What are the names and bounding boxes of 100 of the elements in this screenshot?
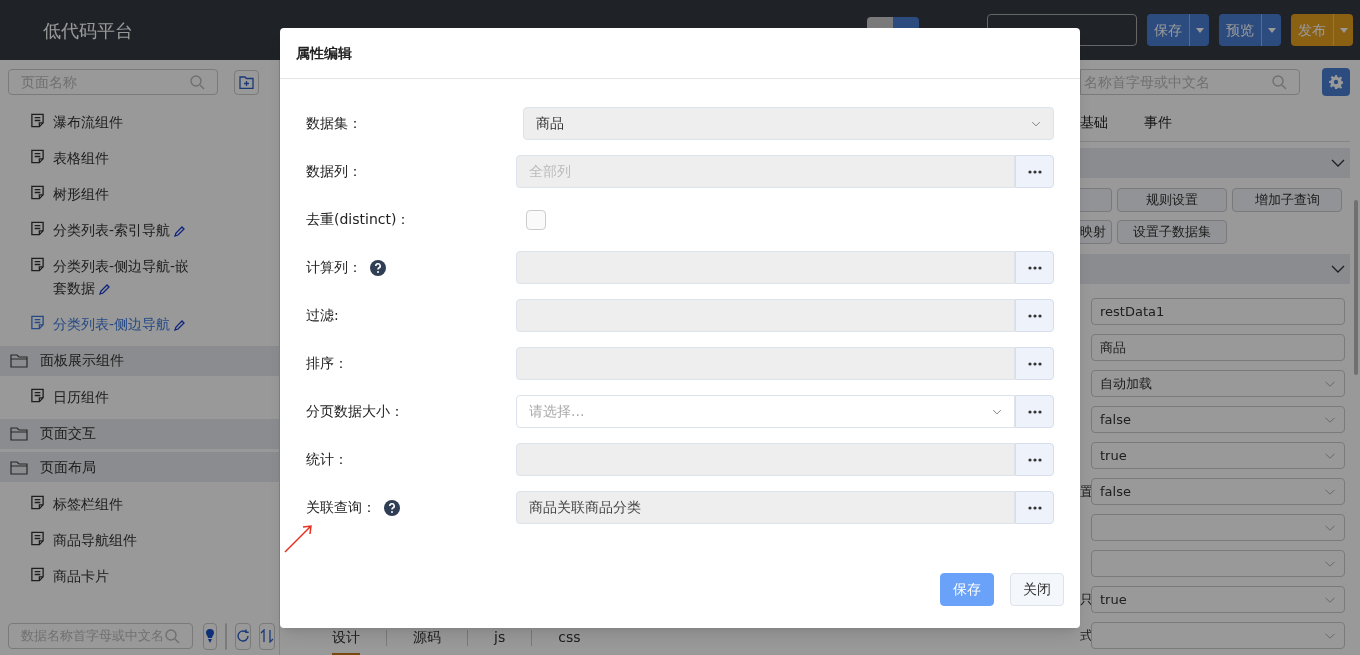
sort-icon <box>260 629 274 643</box>
close-button[interactable]: 关闭 <box>1010 573 1064 606</box>
folder-icon <box>10 353 28 368</box>
document-icon <box>30 149 45 164</box>
input-field[interactable] <box>516 347 1015 380</box>
page-item[interactable]: 商品卡片 <box>53 564 203 587</box>
input-field[interactable] <box>516 251 1015 284</box>
inspector-tab[interactable]: 基础 <box>1080 112 1108 133</box>
page-item[interactable]: 商品导航组件 <box>53 528 203 551</box>
annotation-arrow <box>283 522 315 554</box>
select-field[interactable] <box>1091 622 1345 649</box>
document-icon <box>30 221 45 236</box>
ellipsis-icon <box>1027 313 1042 318</box>
settings-button[interactable] <box>1322 68 1350 96</box>
folder-icon <box>10 426 28 441</box>
action-button[interactable] <box>1080 188 1112 212</box>
document-icon <box>30 257 45 272</box>
more-button[interactable] <box>1015 155 1054 188</box>
select-field[interactable] <box>1091 550 1345 577</box>
more-button[interactable] <box>1015 443 1054 476</box>
pin-button[interactable] <box>203 622 217 650</box>
input-field[interactable] <box>516 299 1015 332</box>
page-item[interactable]: 标签栏组件 <box>53 492 203 515</box>
more-button[interactable] <box>1015 251 1054 284</box>
page-item[interactable]: 分类列表-侧边导航 <box>53 313 203 335</box>
select-field[interactable]: false <box>1091 406 1345 433</box>
document-icon <box>30 566 45 582</box>
action-button[interactable]: 映射 <box>1080 220 1112 244</box>
more-button[interactable] <box>1015 491 1054 524</box>
input-field[interactable]: restData1 <box>1091 298 1345 325</box>
page-item[interactable]: 日历组件 <box>53 386 203 408</box>
search-icon <box>1271 74 1287 90</box>
logo-text: 低代码平台 <box>43 18 134 43</box>
input-field[interactable] <box>516 443 1015 476</box>
field-label: 过滤: <box>306 306 339 325</box>
page-item[interactable]: 树形组件 <box>53 183 203 205</box>
pencil-icon[interactable] <box>174 225 187 237</box>
input-field[interactable]: 商品 <box>1091 334 1345 361</box>
caret-down-icon <box>1267 27 1276 33</box>
ellipsis-icon <box>1027 409 1042 414</box>
field-label: 数据集： <box>306 114 362 133</box>
caret-down-icon <box>1339 27 1348 33</box>
refresh-icon <box>236 629 250 643</box>
action-button[interactable]: 保存 <box>1147 14 1209 46</box>
search-icon <box>164 628 180 644</box>
ellipsis-icon <box>1027 361 1042 366</box>
page-item[interactable]: 分类列表-索引导航 <box>53 219 203 241</box>
folder-row[interactable]: 面板展示组件 <box>0 345 279 376</box>
field-label: 关联查询： <box>306 498 376 517</box>
document-icon <box>30 530 45 546</box>
folder-row[interactable]: 页面布局 <box>0 452 279 482</box>
pencil-icon[interactable] <box>99 283 111 295</box>
field-label: 数据列： <box>306 162 362 181</box>
checkbox[interactable] <box>526 209 546 230</box>
caret-down-icon <box>1195 27 1204 33</box>
document-icon <box>30 315 45 330</box>
add-folder-button[interactable] <box>234 69 259 95</box>
select-field[interactable]: true <box>1091 442 1345 469</box>
field-label: 置 <box>1080 482 1091 501</box>
folder-icon <box>10 459 28 475</box>
field-label: 统计： <box>306 450 348 469</box>
folder-plus-icon <box>239 75 254 89</box>
help-icon[interactable] <box>384 499 400 516</box>
more-button[interactable] <box>1015 347 1054 380</box>
field-label: 计算列： <box>306 258 362 277</box>
page-item[interactable]: 瀑布流组件 <box>53 111 203 133</box>
select-field[interactable]: 自动加载 <box>1091 370 1345 397</box>
more-button[interactable] <box>1015 299 1054 332</box>
page-item[interactable]: 表格组件 <box>53 147 203 169</box>
page-item[interactable]: 分类列表-侧边导航-嵌套数据 <box>53 255 203 299</box>
input-field[interactable]: 商品关联商品分类 <box>516 491 1015 524</box>
ellipsis-icon <box>1027 505 1042 510</box>
folder-row[interactable]: 页面交互 <box>0 418 279 449</box>
select-field[interactable]: false <box>1091 478 1345 505</box>
help-icon[interactable] <box>370 259 386 276</box>
settings-icon <box>1329 75 1343 89</box>
select-field[interactable]: 商品 <box>523 107 1054 140</box>
inspector-tab[interactable]: 事件 <box>1144 112 1172 133</box>
action-button[interactable]: 预览 <box>1219 14 1281 46</box>
document-icon <box>30 113 45 128</box>
select-field[interactable] <box>1091 514 1345 541</box>
ellipsis-icon <box>1027 169 1042 174</box>
search-icon <box>189 74 205 90</box>
document-icon <box>30 388 45 403</box>
more-button[interactable] <box>1015 395 1054 428</box>
action-button[interactable]: 规则设置 <box>1117 188 1227 212</box>
document-icon <box>30 494 45 510</box>
document-icon <box>30 185 45 200</box>
field-label: 分页数据大小： <box>306 402 404 421</box>
field-label: 排序： <box>306 354 348 373</box>
refresh-button[interactable] <box>235 622 251 650</box>
ellipsis-icon <box>1027 265 1042 270</box>
sort-button[interactable] <box>259 622 275 650</box>
pencil-icon[interactable] <box>174 319 187 331</box>
action-button[interactable]: 设置子数据集 <box>1117 220 1227 244</box>
ellipsis-icon <box>1027 457 1042 462</box>
action-button[interactable]: 增加子查询 <box>1232 188 1342 212</box>
dialog-title: 属性编辑 <box>296 43 352 63</box>
select-field[interactable]: true <box>1091 586 1345 613</box>
field-label: 去重(distinct)： <box>306 210 411 229</box>
